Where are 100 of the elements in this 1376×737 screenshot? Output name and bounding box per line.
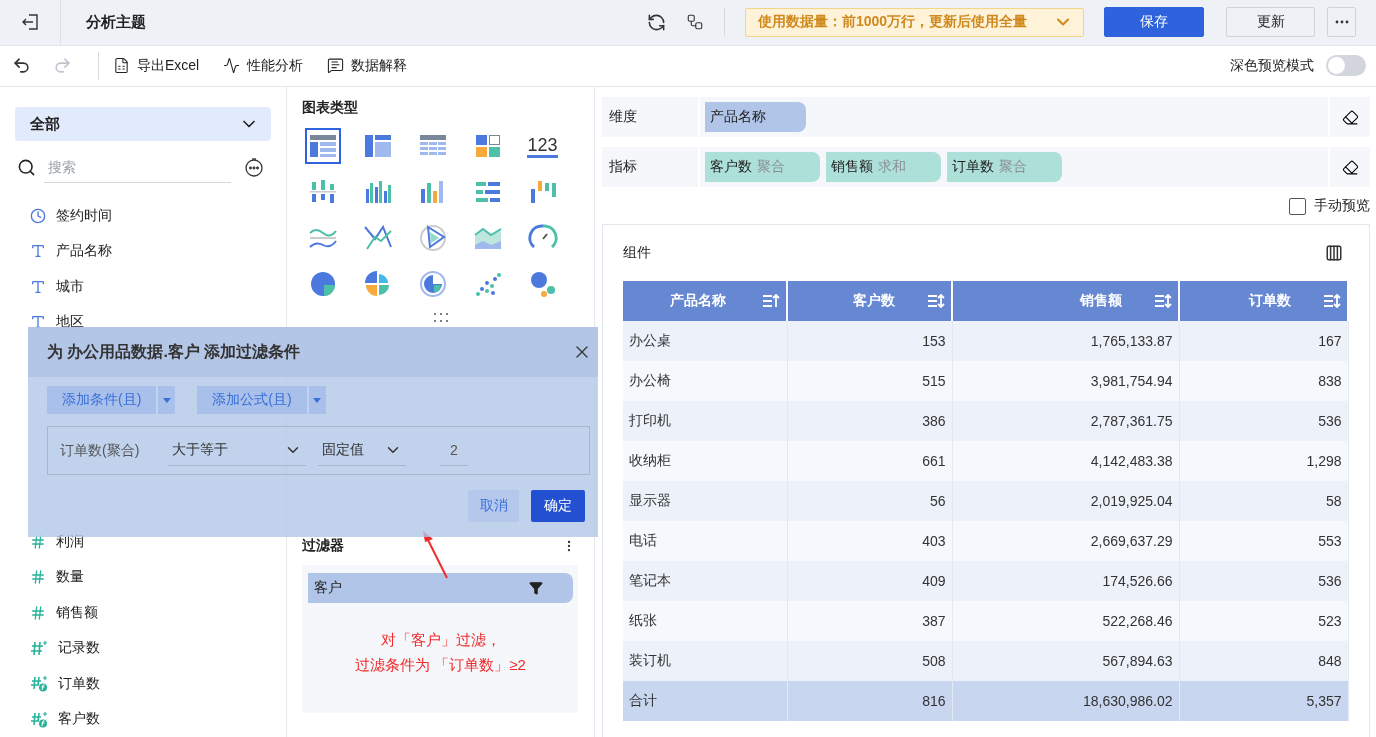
- field-name[interactable]: 数量: [56, 568, 84, 587]
- text-type-icon: [30, 243, 46, 260]
- calculated-field-icon: [30, 710, 48, 728]
- more-options-icon[interactable]: [244, 157, 264, 177]
- sort-icon[interactable]: [1323, 293, 1341, 309]
- table-cell: 403: [787, 521, 952, 561]
- manual-preview-label: 手动预览: [1314, 197, 1370, 215]
- field-name[interactable]: 签约时间: [56, 206, 112, 225]
- table-cell: 848: [1179, 641, 1348, 681]
- more-icon: [1334, 20, 1349, 25]
- table-cell: 409: [787, 561, 952, 601]
- table-cell: 153: [787, 321, 952, 361]
- text-type-icon: [30, 278, 46, 295]
- component-title: 组件: [623, 244, 651, 262]
- table-cell: 536: [1179, 401, 1348, 441]
- field-name[interactable]: 客户数: [58, 710, 100, 729]
- field-chip[interactable]: 客户数 聚合: [705, 152, 820, 182]
- column-header[interactable]: 产品名称: [623, 281, 787, 321]
- confirm-button[interactable]: 确定: [531, 490, 585, 522]
- spreadsheet-icon: [113, 57, 130, 75]
- sort-ascending-icon[interactable]: [762, 293, 780, 309]
- total-cell: 18,630,986.02: [952, 681, 1179, 721]
- table-cell: 2,787,361.75: [952, 401, 1179, 441]
- save-button[interactable]: 保存: [1104, 7, 1204, 38]
- dark-preview-label: 深色预览模式: [1230, 56, 1314, 75]
- manual-preview-checkbox[interactable]: [1289, 197, 1306, 215]
- table-cell: 838: [1179, 361, 1348, 401]
- field-name[interactable]: 利润: [56, 532, 84, 551]
- table-cell: 522,268.46: [952, 601, 1179, 641]
- table-cell: 536: [1179, 561, 1348, 601]
- field-name[interactable]: 产品名称: [56, 242, 112, 261]
- chart-type-option[interactable]: 123: [524, 128, 561, 164]
- pulse-chart-icon: [223, 57, 241, 75]
- annotation-text: 对「客户」过滤，: [379, 631, 502, 650]
- undo-icon[interactable]: [12, 56, 31, 76]
- caret-icon[interactable]: [308, 386, 326, 414]
- field-name[interactable]: 地区: [56, 313, 84, 332]
- table-cell: 办公椅: [623, 361, 787, 401]
- column-header[interactable]: 销售额: [952, 281, 1179, 321]
- table-cell: 387: [787, 601, 952, 641]
- search-icon: [17, 157, 36, 177]
- field-chip[interactable]: 销售额 求和: [826, 152, 941, 182]
- condition-field: 订单数(聚合): [60, 441, 156, 460]
- table-cell: 打印机: [623, 401, 787, 441]
- radar-chart-icon: [417, 223, 448, 253]
- operator-select[interactable]: 大于等于: [168, 435, 306, 466]
- table-cell: 1,765,133.87: [952, 321, 1179, 361]
- table-cell: 515: [787, 361, 952, 401]
- annotation-text: 过滤条件为 「订单数」≥2: [354, 656, 527, 675]
- field-name[interactable]: 订单数: [58, 674, 100, 693]
- value-input[interactable]: 2: [440, 435, 468, 466]
- category-dropdown[interactable]: 全部: [15, 107, 271, 141]
- sort-icon[interactable]: [927, 293, 945, 309]
- table-cell: 56: [787, 481, 952, 521]
- table-cell: 386: [787, 401, 952, 441]
- page-title: 分析主题: [86, 12, 147, 32]
- column-header[interactable]: 订单数: [1179, 281, 1348, 321]
- field-well-label: 维度: [602, 97, 700, 137]
- table-cell: 1,298: [1179, 441, 1348, 481]
- search-field[interactable]: 搜索: [44, 151, 231, 183]
- update-button[interactable]: 更新: [1226, 7, 1315, 38]
- number-type-icon: [30, 569, 46, 586]
- toolbar-action[interactable]: 性能分析: [223, 56, 304, 75]
- table-cell: 办公桌: [623, 321, 787, 361]
- field-name[interactable]: 记录数: [58, 639, 100, 658]
- table-cell: 567,894.63: [952, 641, 1179, 681]
- dark-preview-toggle[interactable]: [1326, 55, 1366, 77]
- total-cell: 合计: [623, 681, 787, 721]
- field-name[interactable]: 城市: [56, 277, 84, 296]
- column-header[interactable]: 客户数: [787, 281, 952, 321]
- flow-icon[interactable]: [686, 13, 704, 32]
- table-cell: 167: [1179, 321, 1348, 361]
- field-chip[interactable]: 订单数 聚合: [947, 152, 1062, 182]
- filter-icon[interactable]: [529, 581, 543, 595]
- chart-type-option[interactable]: [304, 128, 341, 164]
- exit-icon[interactable]: [21, 13, 39, 32]
- columns-icon[interactable]: [1325, 244, 1343, 262]
- sort-icon[interactable]: [1154, 293, 1172, 309]
- field-chip[interactable]: 产品名称: [705, 102, 806, 132]
- count-field-icon: [30, 640, 48, 657]
- table-cell: 508: [787, 641, 952, 681]
- toolbar-action[interactable]: 导出Excel: [113, 56, 200, 75]
- caret-icon[interactable]: [158, 386, 176, 414]
- dialog-title: 为 办公用品数据.客户 添加过滤条件: [47, 341, 301, 362]
- toolbar-action[interactable]: 数据解释: [327, 56, 408, 75]
- chart-type-title: 图表类型: [302, 99, 359, 117]
- table-cell: 2,019,925.04: [952, 481, 1179, 521]
- calculated-field-icon: [30, 675, 48, 693]
- donut-chart-icon: [417, 269, 448, 299]
- table-cell: 纸张: [623, 601, 787, 641]
- field-name[interactable]: 销售额: [56, 603, 98, 622]
- filter-title: 过滤器: [302, 537, 344, 555]
- table-cell: 4,142,483.38: [952, 441, 1179, 481]
- table-cell: 装订机: [623, 641, 787, 681]
- filter-chip[interactable]: 客户: [308, 573, 573, 603]
- table-cell: 笔记本: [623, 561, 787, 601]
- message-chart-icon: [327, 57, 345, 75]
- table-cell: 电话: [623, 521, 787, 561]
- value-type-select[interactable]: 固定值: [318, 435, 406, 466]
- refresh-icon[interactable]: [647, 12, 666, 32]
